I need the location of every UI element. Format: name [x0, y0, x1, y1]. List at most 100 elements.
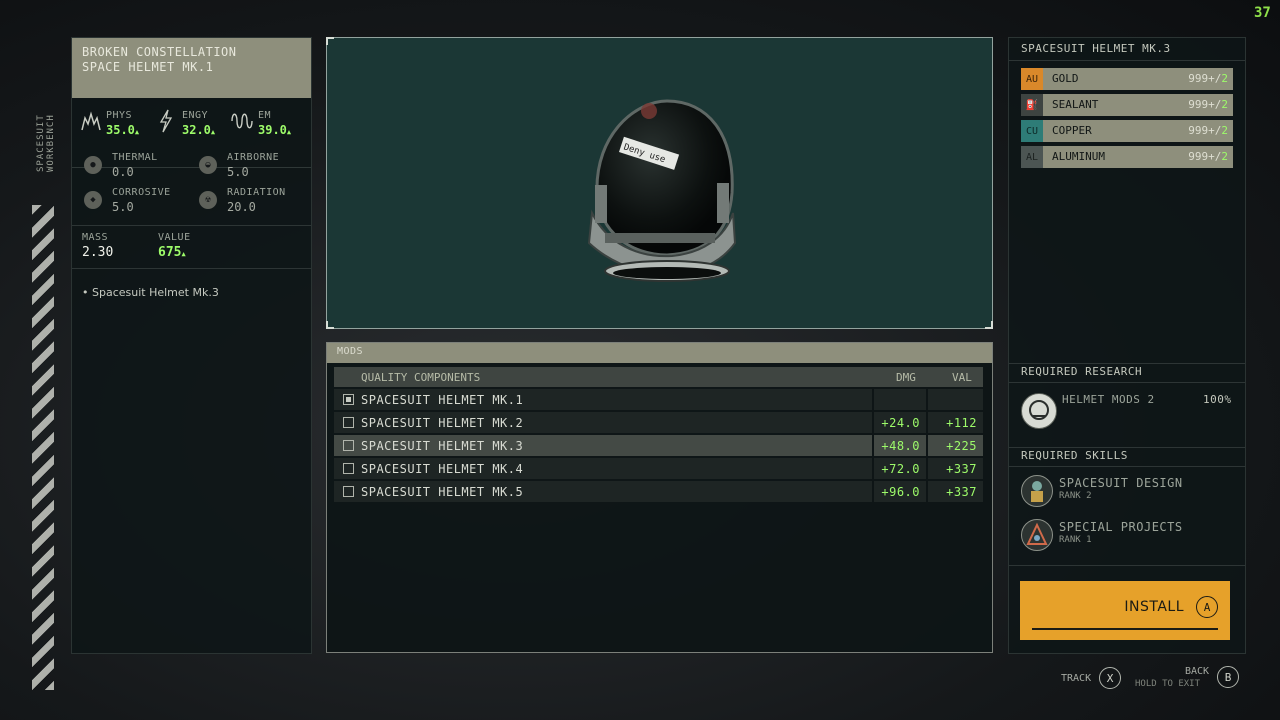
mod-name: SPACESUIT HELMET MK.3 — [361, 439, 524, 453]
stats-divider-2 — [72, 268, 311, 269]
equipped-checkbox[interactable] — [343, 417, 354, 428]
phys-label: PHYS — [106, 110, 133, 121]
equipped-checkbox[interactable] — [343, 463, 354, 474]
track-label[interactable]: TRACK — [1061, 673, 1091, 684]
engy-value: 32.0▲ — [182, 123, 216, 137]
mass-label: MASS — [82, 232, 109, 243]
research-title: REQUIRED RESEARCH — [1021, 365, 1143, 378]
mod-name-cell: SPACESUIT HELMET MK.2 — [334, 412, 872, 433]
mod-note: • Spacesuit Helmet Mk.3 — [82, 286, 219, 299]
special-projects-skill-icon — [1021, 519, 1053, 551]
mod-dmg: +96.0 — [874, 481, 926, 502]
copper-symbol: CU — [1021, 120, 1043, 142]
resource-name: ALUMINUM — [1052, 150, 1105, 163]
skill-name: SPACESUIT DESIGN — [1059, 476, 1183, 490]
mod-name-cell: SPACESUIT HELMET MK.3 — [334, 435, 872, 456]
airborne-icon: ◒ — [199, 156, 217, 174]
energy-icon — [159, 109, 173, 133]
research-percent: 100% — [1203, 393, 1232, 406]
radiation-label: RADIATION — [227, 187, 286, 198]
mass-value: 2.30 — [82, 245, 114, 260]
thermal-label: THERMAL — [112, 152, 158, 163]
research-divider-2 — [1009, 382, 1245, 383]
research-divider — [1009, 363, 1245, 364]
resource-amount: 999+/2 — [1188, 72, 1228, 85]
em-label: EM — [258, 110, 272, 121]
mod-row-mk3[interactable]: SPACESUIT HELMET MK.3 +48.0 +225 — [334, 435, 983, 456]
corrosive-icon: ◆ — [84, 191, 102, 209]
mod-val: +112 — [928, 412, 983, 433]
recipe-divider — [1009, 60, 1245, 61]
spacesuit-design-skill-icon — [1021, 475, 1053, 507]
resource-row-gold: AU GOLD 999+/2 — [1021, 68, 1233, 90]
equipped-checkbox[interactable] — [343, 440, 354, 451]
mod-name-cell: SPACESUIT HELMET MK.5 — [334, 481, 872, 502]
resource-name: SEALANT — [1052, 98, 1099, 111]
skills-divider — [1009, 447, 1245, 448]
mod-row-mk4[interactable]: SPACESUIT HELMET MK.4 +72.0 +337 — [334, 458, 983, 479]
engy-label: ENGY — [182, 110, 209, 121]
skill-rank: RANK 2 — [1059, 491, 1092, 501]
thermal-icon: ● — [84, 156, 102, 174]
mod-dmg: +72.0 — [874, 458, 926, 479]
value-value: 675▲ — [158, 245, 186, 260]
fps-counter: 37 — [1254, 5, 1271, 21]
gold-symbol: AU — [1021, 68, 1043, 90]
mod-row-mk1[interactable]: SPACESUIT HELMET MK.1 — [334, 389, 983, 410]
mod-name-cell: SPACESUIT HELMET MK.1 — [334, 389, 872, 410]
hold-to-exit-label: HOLD TO EXIT — [1135, 679, 1201, 689]
col-quality-components: QUALITY COMPONENTS — [361, 371, 481, 384]
equipped-checkbox[interactable] — [343, 394, 354, 405]
item-stats-panel: BROKEN CONSTELLATION SPACE HELMET MK.1 P… — [71, 37, 312, 654]
install-button[interactable]: INSTALL A — [1020, 581, 1230, 640]
x-button-icon[interactable]: X — [1099, 667, 1121, 689]
radiation-value: 20.0 — [227, 200, 256, 214]
em-value: 39.0▲ — [258, 123, 292, 137]
mod-row-mk5[interactable]: SPACESUIT HELMET MK.5 +96.0 +337 — [334, 481, 983, 502]
back-label[interactable]: BACK — [1185, 666, 1209, 677]
mod-row-mk2[interactable]: SPACESUIT HELMET MK.2 +24.0 +112 — [334, 412, 983, 433]
b-button-icon[interactable]: B — [1217, 666, 1239, 688]
resource-name: GOLD — [1052, 72, 1079, 85]
mod-val — [928, 389, 983, 410]
mods-header: MODS — [327, 343, 992, 363]
mod-dmg: +24.0 — [874, 412, 926, 433]
mod-dmg: +48.0 — [874, 435, 926, 456]
mod-name: SPACESUIT HELMET MK.4 — [361, 462, 524, 476]
phys-icon — [81, 111, 101, 131]
preview-corner-br — [985, 321, 993, 329]
sealant-icon: ⛽ — [1021, 94, 1043, 116]
corrosive-value: 5.0 — [112, 200, 134, 214]
aluminum-symbol: AL — [1021, 146, 1043, 168]
mod-name-cell: SPACESUIT HELMET MK.4 — [334, 458, 872, 479]
equipped-checkbox[interactable] — [343, 486, 354, 497]
col-dmg: DMG — [896, 371, 916, 384]
airborne-value: 5.0 — [227, 165, 249, 179]
research-name: HELMET MODS 2 — [1062, 393, 1155, 406]
mod-dmg — [874, 389, 926, 410]
radiation-icon: ☢ — [199, 191, 217, 209]
resource-amount: 999+/2 — [1188, 124, 1228, 137]
mods-panel: MODS QUALITY COMPONENTS DMG VAL SPACESUI… — [326, 342, 993, 653]
preview-corner-tl — [326, 37, 334, 45]
research-helmet-icon — [1021, 393, 1057, 429]
workbench-side-label: SPACESUIT WORKBENCH — [36, 114, 56, 172]
corrosive-label: CORROSIVE — [112, 187, 171, 198]
recipe-title: SPACESUIT HELMET MK.3 — [1021, 42, 1171, 55]
item-title: BROKEN CONSTELLATION SPACE HELMET MK.1 — [72, 38, 311, 98]
item-preview[interactable]: Deny use — [326, 37, 993, 329]
install-label: INSTALL — [1124, 599, 1184, 615]
airborne-label: AIRBORNE — [227, 152, 280, 163]
phys-value: 35.0▲ — [106, 123, 140, 137]
skills-title: REQUIRED SKILLS — [1021, 449, 1128, 462]
mod-val: +337 — [928, 458, 983, 479]
preview-corner-bl — [326, 321, 334, 329]
skills-divider-2 — [1009, 466, 1245, 467]
thermal-value: 0.0 — [112, 165, 134, 179]
resource-amount: 999+/2 — [1188, 150, 1228, 163]
a-button-icon: A — [1196, 596, 1218, 618]
resource-row-aluminum: AL ALUMINUM 999+/2 — [1021, 146, 1233, 168]
resource-row-sealant: ⛽ SEALANT 999+/2 — [1021, 94, 1233, 116]
item-title-line1: BROKEN CONSTELLATION — [82, 45, 237, 59]
mod-name: SPACESUIT HELMET MK.2 — [361, 416, 524, 430]
